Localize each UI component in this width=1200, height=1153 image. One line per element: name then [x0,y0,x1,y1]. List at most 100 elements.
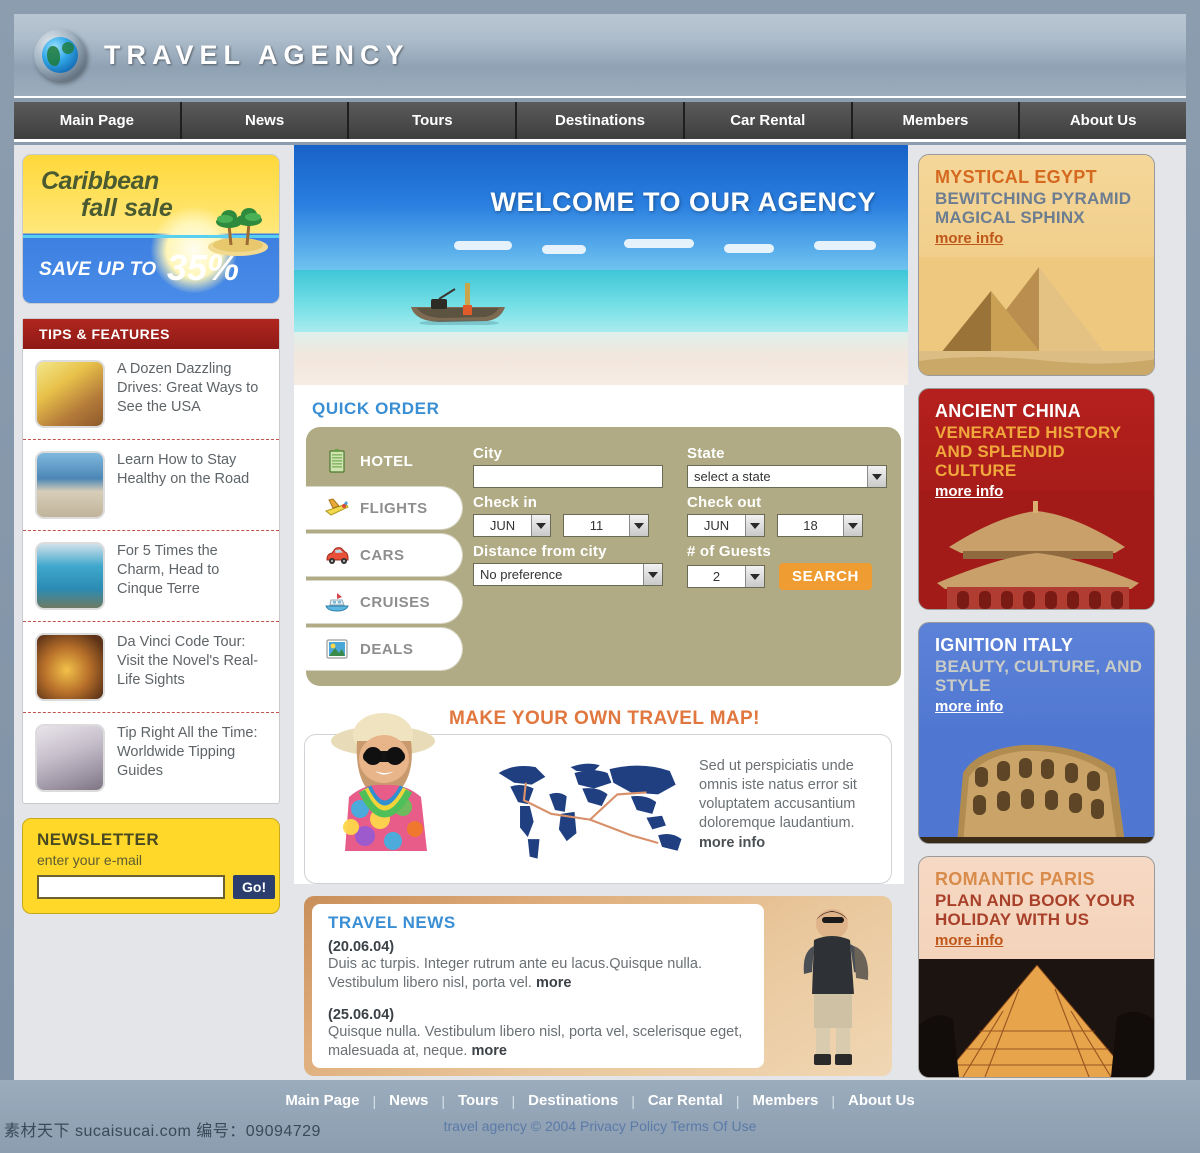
forbidden-city-photo [919,491,1154,609]
footer-link-news[interactable]: News [376,1092,441,1109]
promo-heading: ANCIENT CHINA [935,401,1081,421]
tab-hotel[interactable]: HOTEL [306,439,463,483]
quick-order-heading: QUICK ORDER [294,385,904,427]
quick-order-panel: HOTEL FLIGHTS CARS CRUISES DEALS City St… [306,427,901,686]
main-column: WELCOME TO OUR AGENCY QUICK ORDER HOTEL … [290,145,910,1080]
checkout-day-select[interactable]: 18 [777,514,863,537]
news-more-link[interactable]: more [536,975,571,991]
tip-thumbnail [35,542,105,610]
tips-and-features-box: TIPS & FEATURES A Dozen Dazzling Drives:… [22,318,280,804]
palm-tree-icon [208,208,268,256]
sale-line1: Caribbean [41,167,159,195]
guests-label: # of Guests [687,543,771,560]
footer-link-about-us[interactable]: About Us [835,1092,928,1109]
promo-paris[interactable]: ROMANTIC PARIS PLAN AND BOOK YOUR HOLIDA… [918,856,1155,1078]
promo-italy[interactable]: IGNITION ITALY BEAUTY, CULTURE, AND STYL… [918,622,1155,844]
list-item[interactable]: Da Vinci Code Tour: Visit the Novel's Re… [23,622,279,713]
content-area: Caribbean fall sale SAVE UP TO 35% TIPS … [14,145,1186,1080]
footer-link-main-page[interactable]: Main Page [272,1092,372,1109]
footer-link-destinations[interactable]: Destinations [515,1092,631,1109]
guests-select[interactable]: 2 [687,565,765,588]
tab-label: DEALS [360,640,414,658]
tab-cruises[interactable]: CRUISES [306,580,463,624]
sale-banner[interactable]: Caribbean fall sale SAVE UP TO 35% [22,154,280,304]
tip-text: Learn How to Stay Healthy on the Road [117,452,250,488]
promo-more-link[interactable]: more info [935,698,1003,715]
checkin-month-value: JUN [489,518,516,533]
promo-subheading: VENERATED HISTORY AND SPLENDID CULTURE [935,423,1122,481]
nav-item-destinations[interactable]: Destinations [517,102,685,139]
newsletter-box: NEWSLETTER enter your e-mail Go! [22,818,280,914]
logo[interactable]: TRAVEL AGENCY [34,29,410,81]
quick-order-fields: City State select a state Check in JUN 1… [463,435,901,674]
checkin-day-select[interactable]: 11 [563,514,649,537]
promo-more-link[interactable]: more info [935,483,1003,500]
tab-deals[interactable]: DEALS [306,627,463,671]
promo-more-link[interactable]: more info [935,230,1003,247]
travel-map-more-link[interactable]: more info [699,835,765,851]
chevron-down-icon [531,515,550,536]
checkin-label: Check in [473,494,538,511]
news-body: Quisque nulla. Vestibulum libero nisl, p… [328,1023,750,1061]
airplane-icon [324,498,349,516]
car-icon [326,547,349,564]
footer-link-members[interactable]: Members [740,1092,832,1109]
list-item[interactable]: Learn How to Stay Healthy on the Road [23,440,279,531]
promo-china[interactable]: ANCIENT CHINA VENERATED HISTORY AND SPLE… [918,388,1155,610]
louvre-pyramid-photo [919,959,1154,1077]
chevron-down-icon [629,515,648,536]
tip-thumbnail [35,360,105,428]
promo-more-link[interactable]: more info [935,932,1003,949]
chevron-down-icon [745,566,764,587]
page-root: TRAVEL AGENCY Main Page News Tours Desti… [0,0,1200,1153]
right-sidebar: MYSTICAL EGYPT BEWITCHING PYRAMID MAGICA… [910,145,1172,1080]
nav-item-tours[interactable]: Tours [349,102,518,139]
list-item[interactable]: For 5 Times the Charm, Head to Cinque Te… [23,531,279,622]
search-button[interactable]: SEARCH [779,563,872,590]
distance-select[interactable]: No preference [473,563,663,586]
site-title: TRAVEL AGENCY [104,39,410,70]
nav-item-news[interactable]: News [181,102,350,139]
quick-order-section: QUICK ORDER HOTEL FLIGHTS CARS CRUISES D… [294,385,904,698]
travel-news-section: TRAVEL NEWS (20.06.04) Duis ac turpis. I… [304,896,892,1076]
newsletter-email-input[interactable] [37,875,225,899]
promo-heading: MYSTICAL EGYPT [935,167,1097,187]
checkout-month-select[interactable]: JUN [687,514,765,537]
promo-egypt[interactable]: MYSTICAL EGYPT BEWITCHING PYRAMID MAGICA… [918,154,1155,376]
tab-flights[interactable]: FLIGHTS [306,486,463,530]
state-select[interactable]: select a state [687,465,887,488]
nav-item-members[interactable]: Members [852,102,1021,139]
footer-link-tours[interactable]: Tours [445,1092,512,1109]
newsletter-title: NEWSLETTER [37,830,160,849]
terms-of-use-link[interactable]: Terms Of Use [671,1118,757,1134]
checkin-month-select[interactable]: JUN [473,514,551,537]
chevron-down-icon [643,564,662,585]
nav-item-main-page[interactable]: Main Page [14,102,182,139]
promo-subheading: PLAN AND BOOK YOUR HOLIDAY WITH US [935,891,1136,930]
chevron-down-icon [867,466,886,487]
city-label: City [473,445,503,462]
nav-item-about-us[interactable]: About Us [1020,102,1187,139]
footer-link-car-rental[interactable]: Car Rental [635,1092,736,1109]
nav-item-car-rental[interactable]: Car Rental [684,102,853,139]
list-item[interactable]: Tip Right All the Time: Worldwide Tippin… [23,713,279,803]
checkout-day-value: 18 [803,518,818,533]
travel-map-text: Sed ut perspiciatis unde omnis iste natu… [699,735,891,883]
checkin-day-value: 11 [589,518,604,533]
privacy-policy-link[interactable]: Privacy Policy [580,1118,667,1134]
globe-icon [34,29,86,81]
hero-banner: WELCOME TO OUR AGENCY [294,145,908,385]
city-input[interactable] [473,465,663,488]
tab-cars[interactable]: CARS [306,533,463,577]
newsletter-go-button[interactable]: Go! [233,875,276,899]
list-item[interactable]: A Dozen Dazzling Drives: Great Ways to S… [23,349,279,440]
footer-navigation: Main Page | News | Tours | Destinations … [0,1080,1200,1109]
chevron-down-icon [745,515,764,536]
news-more-link[interactable]: more [472,1043,507,1059]
distance-value: No preference [480,567,563,582]
main-navigation: Main Page News Tours Destinations Car Re… [14,102,1187,142]
tip-text: Tip Right All the Time: Worldwide Tippin… [117,725,258,780]
travel-map-body: Sed ut perspiciatis unde omnis iste natu… [699,758,857,832]
watermark: 素材天下 sucaisucai.com 编号：09094729 [4,1123,321,1140]
hero-title: WELCOME TO OUR AGENCY [490,187,876,217]
